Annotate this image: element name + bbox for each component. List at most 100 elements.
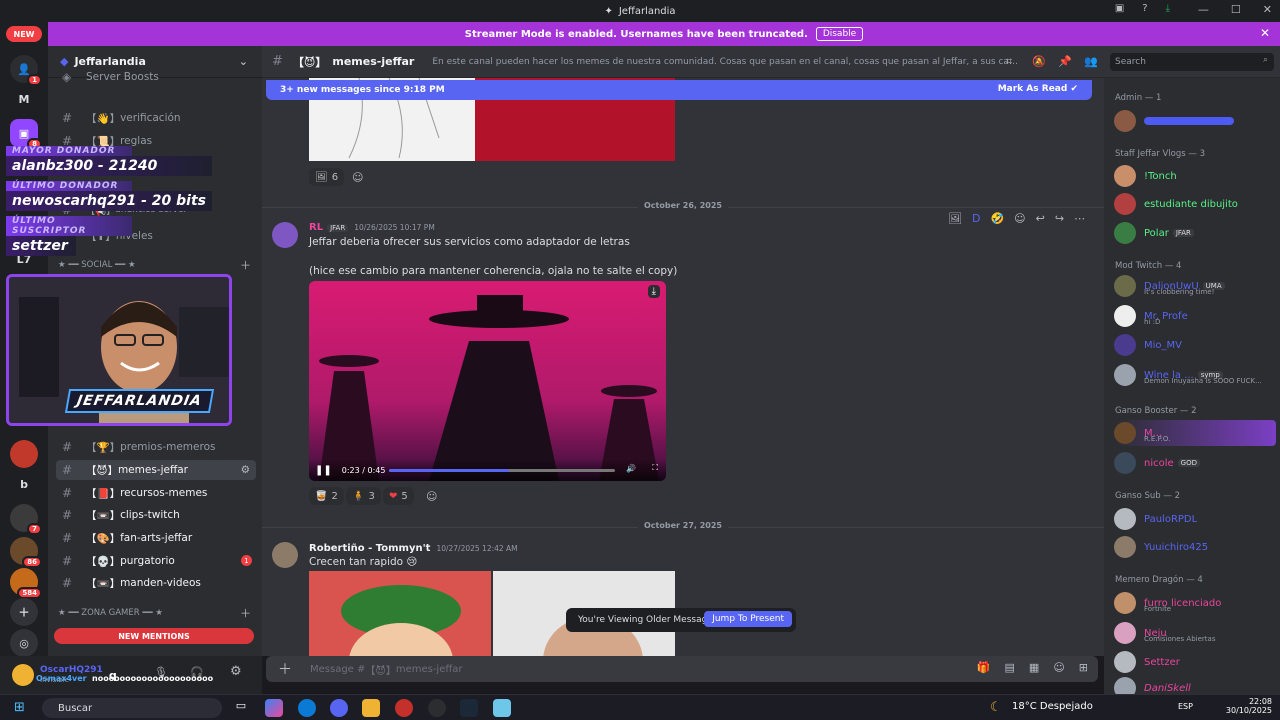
threads-icon[interactable]: ⌗	[1006, 55, 1012, 69]
opera-icon[interactable]	[395, 699, 413, 717]
discover-button[interactable]: ◎	[10, 629, 38, 657]
minimize-icon[interactable]: —	[1198, 3, 1209, 16]
jump-to-present-button[interactable]: Jump To Present	[704, 611, 792, 627]
category-zona-gamer[interactable]: ★ ━━ ZONA GAMER ━━ ★ ＋	[58, 607, 251, 620]
member-item[interactable]: M... R.E.P.O.	[1114, 420, 1276, 446]
reply-icon[interactable]: ↩	[1036, 212, 1045, 225]
pin-icon[interactable]: 📌	[1058, 55, 1072, 68]
reaction[interactable]: 🖼 6	[309, 168, 345, 186]
reaction-quick-icon[interactable]: 🖼	[948, 212, 962, 225]
member-item[interactable]: Neju Comisiones Abiertas	[1114, 620, 1276, 646]
member-item[interactable]: estudiante dibujito	[1114, 191, 1276, 217]
weather-text[interactable]: 18°C Despejado	[1012, 701, 1093, 712]
add-reaction-icon[interactable]: ☺	[1014, 212, 1025, 225]
reaction[interactable]: 🧍 3	[346, 487, 381, 505]
copilot-icon[interactable]	[265, 699, 283, 717]
server-icon-m[interactable]: M	[10, 85, 38, 113]
member-item[interactable]: Mr. Profe hi :D	[1114, 303, 1276, 329]
channel-manden-videos[interactable]: # 【📼】 manden-videos	[56, 573, 256, 593]
member-item[interactable]: Yuuichiro425	[1114, 534, 1276, 560]
mark-as-read-button[interactable]: Mark As Read ✔	[998, 84, 1078, 94]
sticker-icon[interactable]: ▦	[1029, 661, 1039, 674]
member-item[interactable]	[1114, 108, 1276, 134]
category-social[interactable]: ★ ━━ SOCIAL ━━ ★ ＋	[58, 259, 251, 272]
download-icon[interactable]: ⤓	[647, 285, 660, 298]
user-settings-icon[interactable]: ⚙	[230, 664, 242, 679]
emoji-icon[interactable]: ☺	[1053, 661, 1064, 674]
forward-icon[interactable]: ↪	[1055, 212, 1064, 225]
inbox-icon[interactable]: ▣	[1115, 3, 1124, 14]
maximize-icon[interactable]: ☐	[1231, 3, 1241, 16]
new-pill[interactable]: NEW	[6, 26, 42, 42]
pause-icon[interactable]: ❚❚	[315, 465, 332, 476]
discord-taskbar-icon[interactable]	[330, 699, 348, 717]
gif-icon[interactable]: ▤	[1005, 661, 1015, 674]
disable-button[interactable]: Disable	[815, 27, 864, 41]
add-channel-icon[interactable]: ＋	[240, 257, 251, 273]
member-list-icon[interactable]: 👥	[1084, 55, 1098, 68]
server-icon-584[interactable]: 584	[10, 568, 42, 599]
member-item[interactable]: furro licenciado Fortnite	[1114, 590, 1276, 616]
steam-icon[interactable]	[460, 699, 478, 717]
edge-icon[interactable]	[298, 699, 316, 717]
server-icon-7[interactable]: 7	[10, 504, 42, 535]
help-icon[interactable]: ?	[1142, 3, 1147, 14]
member-item[interactable]: Polar JFAR	[1114, 220, 1276, 246]
more-icon[interactable]: ⋯	[1074, 212, 1085, 225]
fullscreen-icon[interactable]: ⛶	[652, 463, 658, 473]
video-player[interactable]: ⤓ ❚❚ 0:23 / 0:45 🔊 ⛶	[309, 281, 666, 481]
member-item[interactable]: Mio_MV	[1114, 332, 1276, 358]
chat-area[interactable]: 🖼 6 ☺ October 26, 2025 RL JFAR 10/26/202…	[262, 78, 1104, 656]
volume-icon[interactable]: 🔊	[626, 464, 636, 473]
add-channel-icon[interactable]: ＋	[240, 605, 251, 621]
search-input[interactable]: Search ⌕	[1110, 53, 1274, 71]
avatar[interactable]	[272, 222, 298, 248]
channel-memes-jeffar[interactable]: # 【😈】 memes-jeffar ⚙	[56, 460, 256, 480]
taskbar-search[interactable]: Buscar	[42, 698, 222, 718]
server-icon-1[interactable]: 👤 1	[10, 55, 42, 86]
reaction[interactable]: 🥃 2	[309, 487, 344, 505]
image-attachment[interactable]	[309, 571, 491, 656]
add-attachment-icon[interactable]: ＋	[278, 659, 292, 679]
mute-icon[interactable]: 🔕	[1032, 55, 1046, 68]
server-boosts[interactable]: ◈ Server Boosts	[56, 70, 256, 84]
channel-clips-twitch[interactable]: # 【📼】 clips-twitch	[56, 505, 256, 525]
gift-icon[interactable]: 🎁	[977, 661, 991, 674]
server-icon-86[interactable]: 86	[10, 537, 42, 568]
new-messages-bar[interactable]: 3+ new messages since 9:18 PM Mark As Re…	[266, 80, 1092, 100]
member-item[interactable]: !Tonch	[1114, 163, 1276, 189]
download-icon[interactable]: ⤓	[1166, 3, 1170, 14]
member-item[interactable]: Settzer	[1114, 649, 1276, 675]
member-item[interactable]: DalionUwU UMA It's clobbering time!	[1114, 273, 1276, 299]
reaction-quick-icon[interactable]: D	[972, 212, 980, 225]
avatar[interactable]	[12, 664, 34, 686]
app-icon[interactable]	[493, 699, 511, 717]
language-indicator[interactable]: ESP	[1178, 702, 1193, 711]
video-progress[interactable]	[389, 469, 615, 472]
reaction[interactable]: ❤ 5	[383, 487, 414, 505]
channel-premios-memeros[interactable]: # 【🏆】 premios-memeros	[56, 437, 256, 457]
channel-purgatorio[interactable]: # 【💀】 purgatorio 1	[56, 551, 256, 571]
member-item[interactable]: Wine la ... symp Demon Inuyasha is SOOO …	[1114, 362, 1276, 388]
obs-icon[interactable]	[428, 699, 446, 717]
member-item[interactable]: PauloRPDL	[1114, 506, 1276, 532]
settings-icon[interactable]: ⚙	[241, 464, 250, 476]
add-reaction-icon[interactable]: ☺	[352, 171, 363, 184]
add-reaction-icon[interactable]: ☺	[426, 490, 437, 503]
member-item[interactable]: nicole GOD	[1114, 450, 1276, 476]
close-banner-icon[interactable]: ✕	[1260, 26, 1270, 40]
task-view-icon[interactable]: ▭	[232, 699, 250, 717]
channel-topic[interactable]: En este canal pueden hacer los memes de …	[432, 57, 1022, 67]
server-icon-red[interactable]	[10, 440, 38, 468]
add-server-button[interactable]: ＋	[10, 598, 38, 626]
reaction-quick-icon[interactable]: 🤣	[990, 212, 1004, 225]
windows-start-icon[interactable]: ⊞	[14, 700, 25, 715]
member-item[interactable]: DaniSkell	[1114, 675, 1276, 694]
file-explorer-icon[interactable]	[362, 699, 380, 717]
author-name[interactable]: RL	[309, 222, 323, 233]
avatar[interactable]	[272, 542, 298, 568]
channel-recursos-memes[interactable]: # 【📕】 recursos-memes	[56, 483, 256, 503]
new-mentions-pill[interactable]: NEW MENTIONS	[54, 628, 254, 644]
clock[interactable]: 22:08 30/10/2025	[1226, 697, 1272, 715]
author-name[interactable]: Robertiño - Tommyn't	[309, 543, 430, 554]
